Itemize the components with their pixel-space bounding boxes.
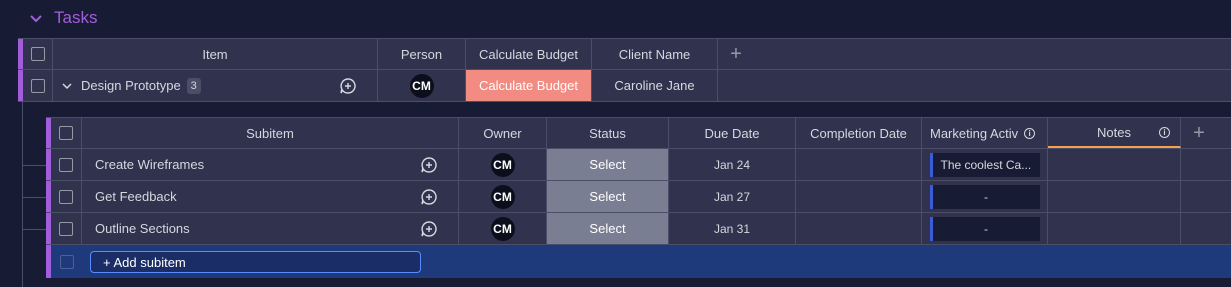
notes-cell[interactable]: [1048, 213, 1181, 244]
add-subitem-row: + Add subitem: [46, 245, 1231, 278]
plus-icon: +: [730, 42, 742, 65]
marketing-activity-cell[interactable]: -: [922, 213, 1048, 244]
avatar[interactable]: CM: [409, 73, 434, 98]
subitem-connector: [22, 229, 48, 230]
subitem-checkbox-cell: [51, 213, 82, 244]
add-subitem-input[interactable]: + Add subitem: [90, 251, 421, 273]
column-header-due-date[interactable]: Due Date: [669, 118, 796, 148]
item-checkbox-cell: [23, 70, 53, 101]
column-header-item[interactable]: Item: [53, 39, 378, 69]
marketing-activity-cell[interactable]: The coolest Ca...: [922, 149, 1048, 180]
column-header-completion-date[interactable]: Completion Date: [796, 118, 922, 148]
subitem-row[interactable]: Create Wireframes CM Select Jan 24 The c…: [46, 149, 1231, 181]
select-all-checkbox[interactable]: [30, 47, 45, 61]
avatar[interactable]: CM: [490, 216, 515, 241]
add-update-icon[interactable]: [420, 220, 438, 238]
subitem-checkbox-cell: [51, 181, 82, 212]
column-header-person[interactable]: Person: [378, 39, 466, 69]
plus-icon: +: [1193, 121, 1205, 144]
completion-date-cell[interactable]: [796, 149, 922, 180]
subitem-checkbox-cell: [51, 149, 82, 180]
group-title[interactable]: Tasks: [54, 8, 97, 28]
status-select[interactable]: Select: [547, 213, 669, 244]
subitem-checkbox[interactable]: [59, 221, 73, 236]
column-header-marketing-label: Marketing Activ: [930, 125, 1019, 141]
item-updates-cell[interactable]: [318, 70, 378, 101]
avatar[interactable]: CM: [490, 152, 515, 177]
item-row[interactable]: Design Prototype 3 CM Calculate Budget C…: [18, 70, 1231, 102]
completion-date-cell[interactable]: [796, 181, 922, 212]
person-cell[interactable]: CM: [378, 70, 466, 101]
item-checkbox[interactable]: [30, 78, 45, 93]
subitem-updates-cell[interactable]: [400, 149, 459, 180]
add-subitem-column-button[interactable]: +: [1181, 118, 1217, 148]
owner-cell[interactable]: CM: [459, 149, 547, 180]
marketing-activity-link[interactable]: -: [929, 184, 1040, 209]
marketing-activity-link[interactable]: The coolest Ca...: [929, 152, 1040, 177]
subitem-connector-line: [22, 102, 23, 287]
add-column-button[interactable]: +: [718, 39, 754, 69]
due-date-cell[interactable]: Jan 31: [669, 213, 796, 244]
subitem-name[interactable]: Outline Sections: [82, 213, 400, 244]
column-header-status[interactable]: Status: [547, 118, 669, 148]
item-name-cell[interactable]: Design Prototype 3: [53, 70, 318, 101]
column-header-notes[interactable]: Notes i: [1048, 118, 1181, 148]
main-table-header: Item Person Calculate Budget Client Name…: [18, 38, 1231, 70]
status-select[interactable]: Select: [547, 149, 669, 180]
owner-cell[interactable]: CM: [459, 213, 547, 244]
subitems-header: Subitem Owner Status Due Date Completion…: [46, 117, 1231, 149]
info-icon[interactable]: i: [1159, 126, 1170, 138]
subitem-row[interactable]: Get Feedback CM Select Jan 27 -: [46, 181, 1231, 213]
column-header-owner[interactable]: Owner: [459, 118, 547, 148]
completion-date-cell[interactable]: [796, 213, 922, 244]
subitem-updates-cell[interactable]: [400, 213, 459, 244]
column-header-notes-label: Notes: [1097, 124, 1131, 140]
select-all-subitems-cell: [51, 118, 82, 148]
client-name-cell[interactable]: Caroline Jane: [592, 70, 718, 101]
notes-cell[interactable]: [1048, 149, 1181, 180]
add-update-icon[interactable]: [339, 77, 357, 95]
calculate-budget-button[interactable]: Calculate Budget: [466, 70, 592, 101]
notes-cell[interactable]: [1048, 181, 1181, 212]
column-header-calculate-budget[interactable]: Calculate Budget: [466, 39, 592, 69]
subitem-connector: [22, 165, 48, 166]
info-icon[interactable]: i: [1024, 127, 1036, 139]
subitem-name[interactable]: Create Wireframes: [82, 149, 400, 180]
marketing-activity-link[interactable]: -: [929, 216, 1040, 241]
subitem-updates-cell[interactable]: [400, 181, 459, 212]
avatar[interactable]: CM: [490, 184, 515, 209]
marketing-activity-cell[interactable]: -: [922, 181, 1048, 212]
subitem-count-badge: 3: [186, 77, 201, 94]
chevron-down-icon[interactable]: [61, 80, 73, 92]
select-all-cell: [23, 39, 53, 69]
add-update-icon[interactable]: [420, 156, 438, 174]
group-header: Tasks: [0, 0, 1231, 38]
subitem-connector: [22, 197, 48, 198]
add-update-icon[interactable]: [420, 188, 438, 206]
due-date-cell[interactable]: Jan 24: [669, 149, 796, 180]
add-subitem-checkbox: [59, 254, 74, 269]
add-subitem-checkbox-cell: [51, 245, 82, 278]
column-header-marketing-activity[interactable]: Marketing Activ i: [922, 118, 1048, 148]
subitem-row[interactable]: Outline Sections CM Select Jan 31 -: [46, 213, 1231, 245]
select-all-subitems-checkbox[interactable]: [59, 126, 73, 140]
due-date-cell[interactable]: Jan 27: [669, 181, 796, 212]
subitem-checkbox[interactable]: [59, 189, 73, 204]
subitem-name[interactable]: Get Feedback: [82, 181, 400, 212]
owner-cell[interactable]: CM: [459, 181, 547, 212]
item-name[interactable]: Design Prototype: [81, 78, 181, 93]
subitem-checkbox[interactable]: [59, 157, 73, 172]
column-header-client-name[interactable]: Client Name: [592, 39, 718, 69]
column-header-subitem[interactable]: Subitem: [82, 118, 459, 148]
chevron-down-icon[interactable]: [28, 11, 44, 27]
status-select[interactable]: Select: [547, 181, 669, 212]
